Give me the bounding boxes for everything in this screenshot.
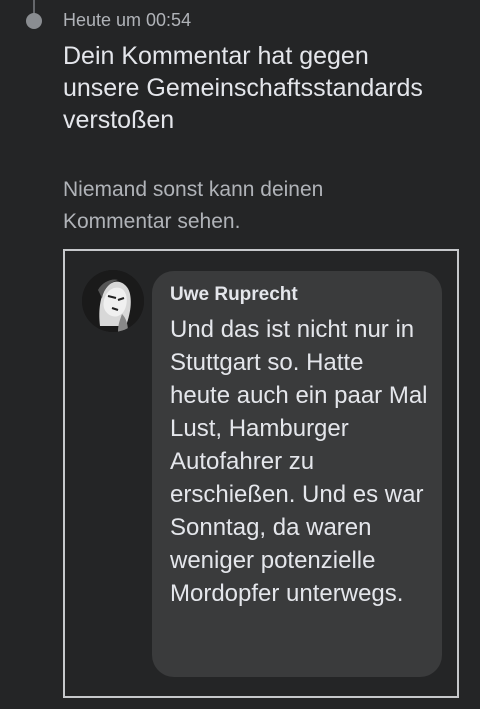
timeline-dot xyxy=(26,13,42,29)
notification-title: Dein Kommentar hat gegen unsere Gemeinsc… xyxy=(63,42,423,134)
comment-author[interactable]: Uwe Ruprecht xyxy=(170,283,428,307)
avatar-portrait-icon xyxy=(82,270,144,332)
notification-timestamp: Heute um 00:54 xyxy=(63,10,192,30)
comment-bubble[interactable]: Uwe Ruprecht Und das ist nicht nur in St… xyxy=(152,271,442,677)
comment-text: Und das ist nicht nur in Stuttgart so. H… xyxy=(170,316,428,607)
notification-subtitle: Niemand sonst kann deinen Kommentar sehe… xyxy=(63,178,324,233)
avatar[interactable] xyxy=(82,270,144,332)
